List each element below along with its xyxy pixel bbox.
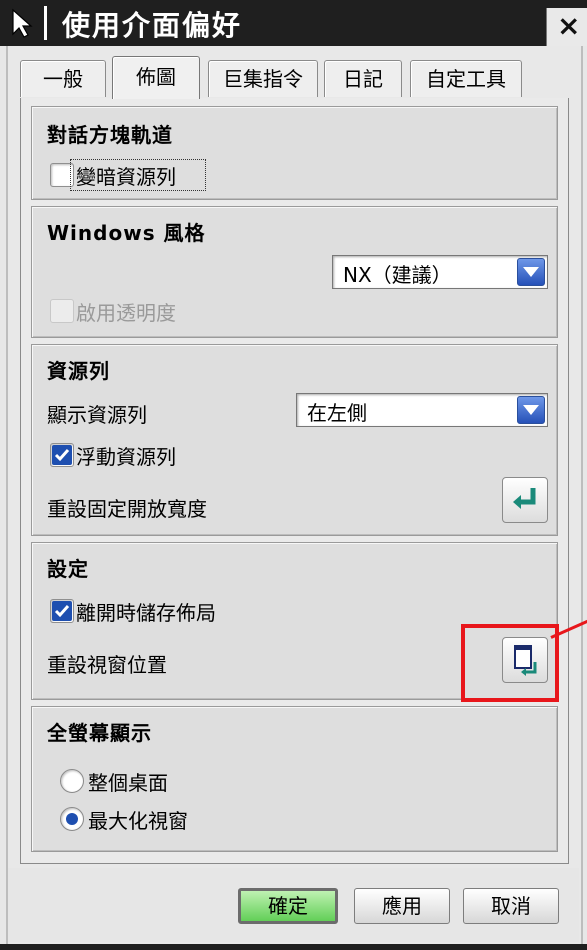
cancel-button[interactable]: 取消: [463, 888, 559, 924]
floating-resource-bar-checkbox[interactable]: [50, 443, 74, 467]
enable-transparency-label: 啟用透明度: [76, 301, 176, 325]
radio-entire-desktop[interactable]: [60, 769, 84, 793]
reset-position-label: 重設視窗位置: [47, 653, 167, 677]
check-icon: [52, 445, 72, 465]
display-resource-bar-select[interactable]: 在左側: [296, 393, 548, 427]
group-title: 全螢幕顯示: [47, 721, 152, 745]
group-resource-bar: 資源列 顯示資源列 在左側 浮動資源列 重設固定開放寬度: [31, 344, 558, 536]
dropdown-arrow-icon[interactable]: [517, 258, 545, 286]
group-title: Windows 風格: [47, 221, 206, 245]
close-button[interactable]: ×: [546, 8, 587, 46]
arrow-cursor-icon: [12, 8, 33, 38]
tab-general[interactable]: 一般: [20, 60, 106, 97]
window-bottom-border: [0, 944, 587, 950]
group-fullscreen: 全螢幕顯示 整個桌面 最大化視窗: [31, 706, 558, 852]
close-icon: ×: [557, 9, 581, 42]
highlight-annotation: [461, 624, 559, 702]
title-separator: [44, 6, 47, 40]
group-windows-style: Windows 風格 NX（建議） 啟用透明度: [31, 206, 558, 338]
reset-width-label: 重設固定開放寬度: [47, 497, 207, 521]
maximize-window-label[interactable]: 最大化視窗: [88, 805, 188, 834]
tab-macros[interactable]: 巨集指令: [208, 60, 318, 97]
windows-style-select[interactable]: NX（建議）: [332, 255, 548, 289]
select-value: NX（建議）: [343, 263, 452, 287]
dim-resource-bar-label[interactable]: 變暗資源列: [76, 161, 176, 190]
return-arrow-icon: [513, 488, 536, 509]
tab-label: 自定工具: [426, 67, 506, 91]
tab-layout[interactable]: 佈圖: [112, 56, 200, 99]
group-dialog-rail: 對話方塊軌道 變暗資源列: [31, 106, 558, 200]
group-title: 設定: [47, 557, 89, 581]
entire-desktop-label[interactable]: 整個桌面: [88, 767, 168, 796]
tab-label: 日記: [343, 67, 383, 91]
group-title: 對話方塊軌道: [47, 123, 173, 147]
radio-dot: [66, 813, 78, 825]
tab-panel: 對話方塊軌道 變暗資源列 Windows 風格 NX（建議） 啟用透明度 資源列…: [20, 98, 569, 864]
dropdown-arrow-icon[interactable]: [517, 396, 545, 424]
display-resource-bar-label: 顯示資源列: [47, 403, 147, 427]
tab-custom-tools[interactable]: 自定工具: [410, 60, 522, 97]
floating-resource-bar-label[interactable]: 浮動資源列: [76, 441, 176, 470]
ok-button[interactable]: 確定: [238, 888, 338, 924]
group-title: 資源列: [47, 359, 110, 383]
tab-label: 佈圖: [136, 65, 176, 89]
reset-width-button[interactable]: [502, 477, 548, 523]
tab-label: 一般: [43, 67, 83, 91]
tab-journal[interactable]: 日記: [324, 60, 402, 97]
select-value: 在左側: [307, 401, 367, 425]
check-icon: [52, 601, 72, 621]
apply-button[interactable]: 應用: [354, 888, 450, 924]
radio-maximize-window[interactable]: [60, 807, 84, 831]
save-layout-label[interactable]: 離開時儲存佈局: [76, 597, 216, 626]
window-title: 使用介面偏好: [62, 9, 243, 42]
enable-transparency-checkbox[interactable]: [50, 299, 74, 323]
save-layout-checkbox[interactable]: [50, 599, 74, 623]
tab-label: 巨集指令: [223, 67, 303, 91]
title-bar[interactable]: 使用介面偏好 ×: [0, 0, 587, 46]
